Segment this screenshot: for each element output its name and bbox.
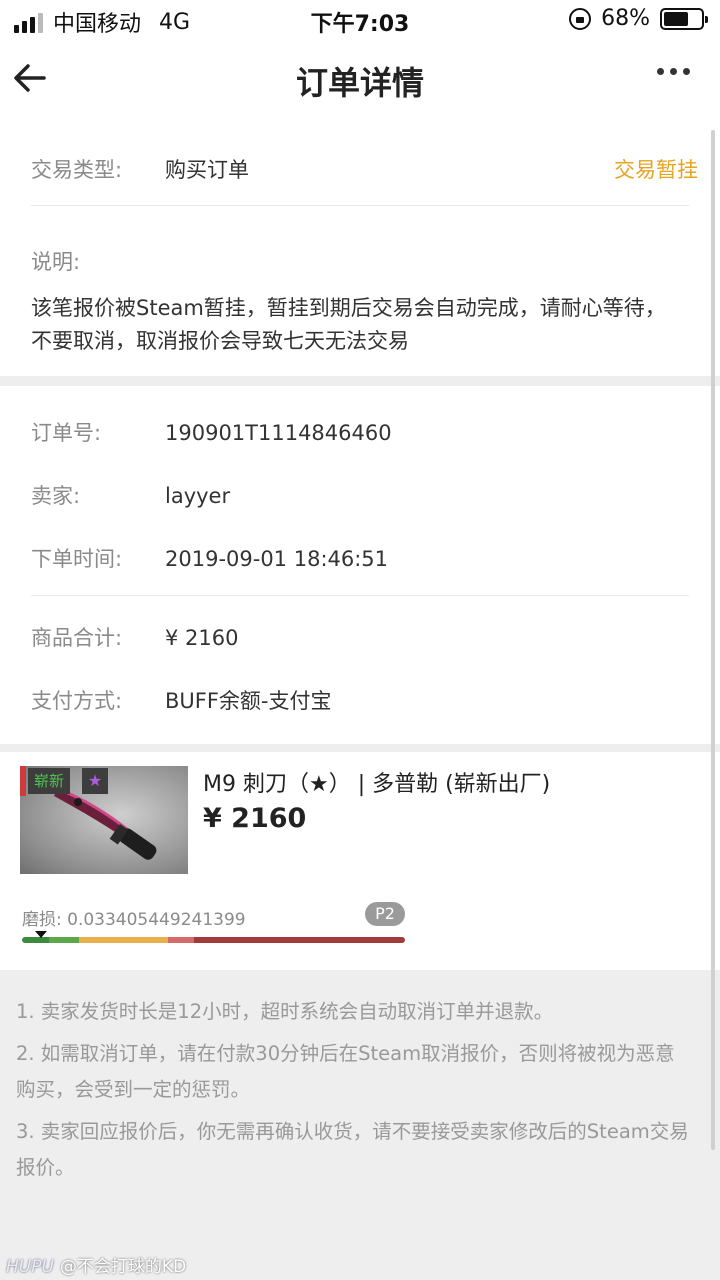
wear-segment — [167, 937, 195, 943]
trade-type-row: 交易类型: 购买订单 — [31, 154, 249, 184]
wear-segment — [194, 937, 405, 943]
wear-bar — [22, 937, 405, 943]
order-section: 订单号: 190901T1114846460 卖家: layyer 下单时间: 201… — [0, 386, 720, 744]
payment-value: BUFF余额-支付宝 — [165, 689, 332, 713]
trade-status: 交易暂挂 — [614, 158, 698, 182]
scrollbar[interactable] — [711, 130, 715, 1150]
payment-label: 支付方式: — [31, 689, 123, 713]
payment-row: 支付方式: BUFF余额-支付宝 — [31, 685, 332, 715]
wear-segment — [79, 937, 168, 943]
order-id-row: 订单号: 190901T1114846460 — [31, 417, 392, 447]
rarity-bar — [20, 766, 26, 796]
watermark-user: @不会打球的KD — [59, 1257, 187, 1277]
note-item: 3. 卖家回应报价后，你无需再确认收货，请不要接受卖家修改后的Steam交易报价… — [16, 1120, 689, 1179]
total-value: ¥ 2160 — [165, 626, 239, 650]
total-row: 商品合计: ¥ 2160 — [31, 622, 238, 652]
page-title: 订单详情 — [295, 64, 424, 102]
rotation-lock-icon — [569, 7, 592, 30]
watermark-brand: HUPU — [6, 1257, 54, 1277]
total-label: 商品合计: — [31, 626, 123, 650]
item-price: ¥ 2160 — [203, 803, 307, 834]
nav-bar: 订单详情 — [0, 40, 720, 122]
seller-value: layyer — [165, 484, 231, 508]
notes-section: 1. 卖家发货时长是12小时，超时系统会自动取消订单并退款。 2. 如需取消订单… — [0, 970, 720, 1280]
star-icon: ★ — [82, 768, 108, 794]
desc-label-row: 说明: — [31, 246, 165, 276]
more-dots-icon[interactable] — [657, 68, 690, 75]
battery-percent: 68% — [601, 6, 650, 31]
divider — [31, 205, 689, 206]
condition-tag: 崭新 — [28, 768, 71, 794]
note-item: 1. 卖家发货时长是12小时，超时系统会自动取消订单并退款。 — [16, 1000, 554, 1023]
trade-description: 该笔报价被Steam暂挂，暂挂到期后交易会自动完成，请耐心等待，不要取消，取消报… — [31, 296, 666, 353]
section-gap — [0, 376, 720, 386]
wear-segment — [48, 937, 80, 943]
wear-marker-icon — [34, 931, 47, 938]
divider — [31, 595, 689, 596]
item-name[interactable]: M9 刺刀（★） | 多普勒 (崭新出厂) — [203, 766, 550, 798]
order-time-row: 下单时间: 2019-09-01 18:46:51 — [31, 543, 388, 573]
battery-icon — [660, 7, 708, 30]
seller-label: 卖家: — [31, 484, 81, 508]
order-time-value: 2019-09-01 18:46:51 — [165, 547, 389, 571]
trade-type-label: 交易类型: — [31, 158, 123, 182]
watermark: HUPU @不会打球的KD — [6, 1252, 186, 1277]
item-image[interactable]: 崭新 ★ — [20, 766, 188, 874]
order-time-label: 下单时间: — [31, 547, 123, 571]
desc-label: 说明: — [31, 250, 81, 274]
trade-type-value: 购买订单 — [165, 158, 249, 182]
section-gap — [0, 744, 720, 752]
seller-row: 卖家: layyer — [31, 480, 230, 510]
status-bar: 中国移动 4G 下午7:03 68% — [0, 0, 720, 40]
trade-section: 交易类型: 购买订单 交易暂挂 说明: 该笔报价被Steam暂挂，暂挂到期后交易会… — [0, 122, 720, 376]
order-id-value[interactable]: 190901T1114846460 — [165, 421, 392, 445]
status-right: 68% — [569, 6, 708, 31]
note-item: 2. 如需取消订单，请在付款30分钟后在Steam取消报价，否则将被视为恶意购买… — [16, 1042, 675, 1101]
wear-label: 磨损: 0.033405449241399 — [22, 910, 246, 930]
phase-badge: P2 — [365, 902, 405, 926]
order-id-label: 订单号: — [31, 421, 102, 445]
